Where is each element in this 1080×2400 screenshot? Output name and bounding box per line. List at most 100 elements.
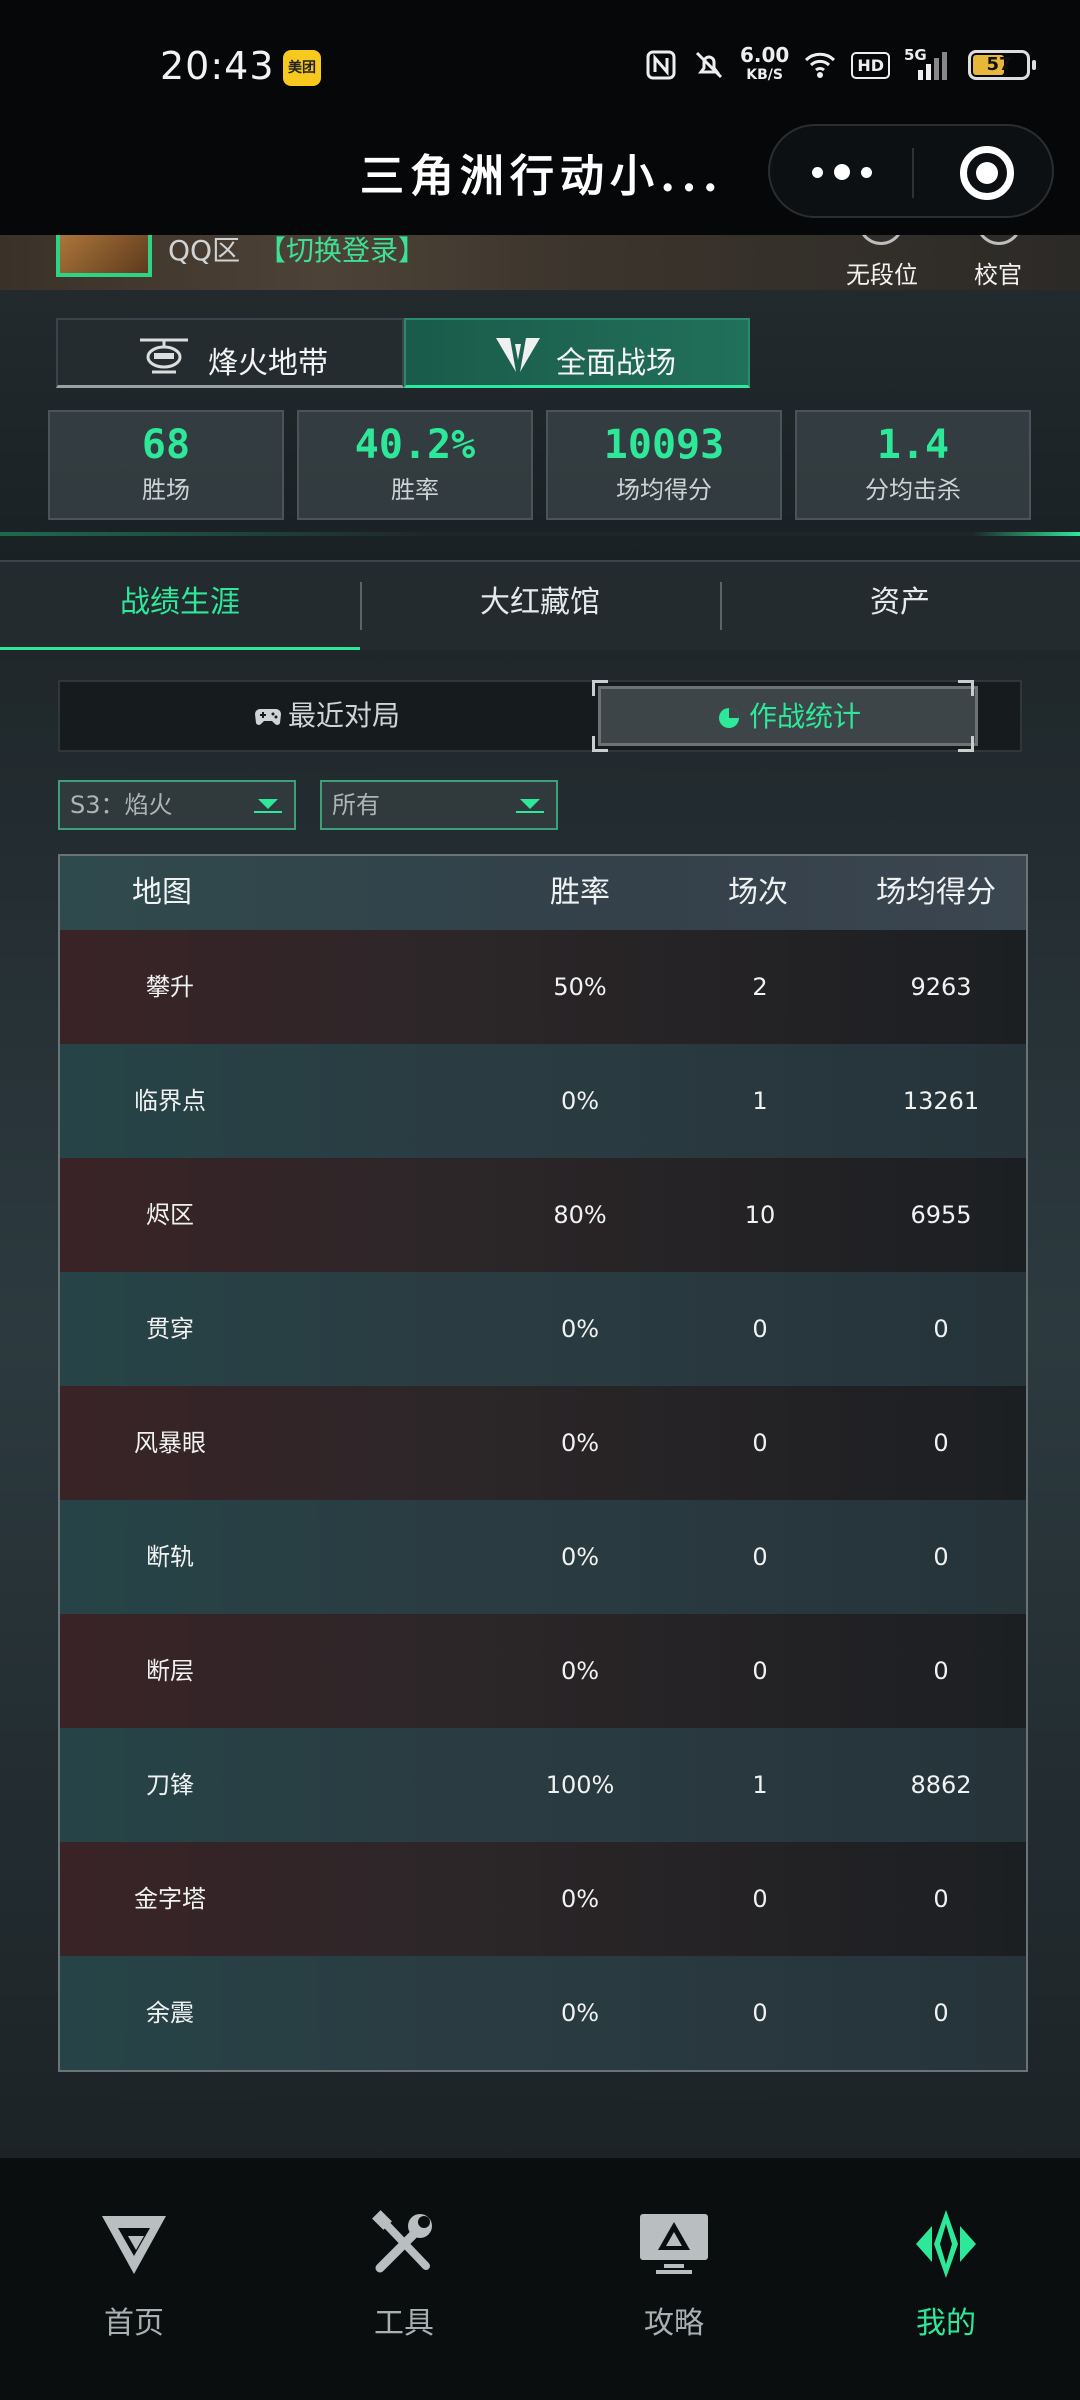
table-header: 地图 胜率 场次 场均得分	[60, 856, 1026, 930]
more-dots-icon[interactable]	[812, 160, 872, 184]
tab-full-battlefield[interactable]: 全面战场	[404, 318, 750, 388]
tools-icon	[372, 2210, 432, 2273]
avatar[interactable]	[56, 235, 152, 277]
cell-map: 贯穿	[146, 1315, 194, 1343]
tab-fenghuo-zone[interactable]: 烽火地带	[56, 318, 404, 388]
cell-map: 金字塔	[134, 1885, 206, 1913]
cell-win-rate: 80%	[553, 1201, 607, 1229]
status-bar: 20:43 美团 6.00 KB/S HD 5G 57	[0, 0, 1080, 120]
divider	[0, 532, 1080, 536]
officer-icon	[976, 235, 1022, 245]
cell-avg-score: 0	[933, 1885, 949, 1913]
table-row: 贯穿 0% 0 0	[60, 1272, 1026, 1386]
cell-avg-score: 0	[933, 1429, 949, 1457]
stat-win-rate: 40.2% 胜率	[297, 410, 533, 520]
header-count: 场次	[728, 875, 788, 910]
tab-red-collection[interactable]: 大红藏馆	[360, 562, 720, 652]
status-time: 20:43	[160, 44, 275, 88]
tab-combat-stats[interactable]: 作战统计	[598, 686, 978, 746]
tab-assets[interactable]: 资产	[720, 562, 1080, 652]
profile-banner: QQ区 【切换登录】 无段位 校官	[0, 235, 1080, 290]
nav-tools[interactable]: 工具	[304, 2206, 504, 2342]
profile-emblem-icon	[916, 2210, 976, 2278]
cell-win-rate: 0%	[560, 1315, 600, 1343]
cell-count: 2	[752, 973, 768, 1001]
home-logo-icon	[102, 2216, 166, 2274]
nav-label: 我的	[916, 2306, 976, 2341]
nav-guides[interactable]: 攻略	[574, 2206, 774, 2342]
nav-label: 工具	[374, 2306, 434, 2341]
gamepad-icon	[254, 709, 281, 725]
stat-avg-score: 10093 场均得分	[546, 410, 782, 520]
season-select[interactable]: S3：焰火	[58, 780, 296, 830]
table-row: 攀升 50% 2 9263	[60, 930, 1026, 1044]
cell-map: 刀锋	[146, 1771, 194, 1799]
guide-monitor-icon	[640, 2214, 708, 2274]
cell-count: 0	[752, 1429, 768, 1457]
cell-map: 临界点	[134, 1087, 206, 1115]
cell-win-rate: 100%	[545, 1771, 615, 1799]
cell-count: 10	[744, 1201, 776, 1229]
map-stats-table: 地图 胜率 场次 场均得分 攀升 50% 2 9263 临界点 0% 1 132…	[58, 854, 1028, 2072]
cell-win-rate: 50%	[553, 973, 607, 1001]
cell-count: 0	[752, 1885, 768, 1913]
table-row: 余震 0% 0 0	[60, 1956, 1026, 2070]
nfc-icon	[646, 50, 676, 80]
stat-label: 胜率	[391, 476, 439, 504]
cell-count: 0	[752, 1999, 768, 2027]
page-title: 三角洲行动小...	[360, 151, 724, 202]
mode-select[interactable]: 所有	[320, 780, 558, 830]
cell-count: 0	[752, 1315, 768, 1343]
mode-select-value: 所有	[332, 791, 380, 819]
officer-label: 校官	[974, 261, 1022, 289]
account-region: QQ区	[168, 235, 241, 267]
table-row: 烬区 80% 10 6955	[60, 1158, 1026, 1272]
stat-wins: 68 胜场	[48, 410, 284, 520]
rank-label: 无段位	[846, 261, 918, 289]
helicopter-icon	[140, 338, 188, 374]
target-close-icon[interactable]	[960, 146, 1014, 200]
table-row: 断层 0% 0 0	[60, 1614, 1026, 1728]
chevron-down-icon	[520, 799, 540, 809]
mode-tab-label: 烽火地带	[208, 346, 328, 381]
cell-count: 0	[752, 1657, 768, 1685]
stat-label: 场均得分	[616, 476, 712, 504]
season-select-value: S3：焰火	[70, 791, 173, 819]
tab-recent-matches[interactable]: 最近对局	[60, 682, 594, 750]
stat-value: 10093	[603, 422, 725, 468]
cell-win-rate: 0%	[560, 1429, 600, 1457]
cell-count: 1	[752, 1771, 768, 1799]
cell-avg-score: 0	[933, 1999, 949, 2027]
hd-badge: HD	[851, 51, 890, 79]
cell-avg-score: 0	[933, 1657, 949, 1685]
main-tabs: 战绩生涯 大红藏馆 资产	[0, 560, 1080, 652]
cell-map: 风暴眼	[134, 1429, 206, 1457]
cell-avg-score: 6955	[910, 1201, 972, 1229]
stat-label: 分均击杀	[865, 476, 961, 504]
cell-map: 余震	[146, 1999, 194, 2027]
nav-mine[interactable]: 我的	[846, 2206, 1046, 2342]
nav-label: 攻略	[644, 2306, 704, 2341]
header-avg-score: 场均得分	[876, 875, 996, 910]
stat-value: 40.2%	[354, 422, 476, 468]
pie-chart-icon	[718, 708, 739, 728]
capsule-menu	[768, 124, 1054, 218]
tab-career-record[interactable]: 战绩生涯	[0, 562, 360, 652]
mute-icon	[695, 51, 723, 79]
cell-win-rate: 0%	[560, 1999, 600, 2027]
cell-count: 1	[752, 1087, 768, 1115]
cell-avg-score: 0	[933, 1543, 949, 1571]
cell-avg-score: 9263	[910, 973, 972, 1001]
cell-avg-score: 8862	[910, 1771, 972, 1799]
cell-win-rate: 0%	[560, 1885, 600, 1913]
cell-avg-score: 0	[933, 1315, 949, 1343]
rank-icon	[858, 235, 904, 245]
switch-login-link[interactable]: 【切换登录】	[258, 235, 426, 269]
cell-map: 断轨	[146, 1543, 194, 1571]
nav-home[interactable]: 首页	[34, 2206, 234, 2342]
chevron-down-icon	[258, 799, 278, 809]
cell-map: 断层	[146, 1657, 194, 1685]
cell-win-rate: 0%	[560, 1543, 600, 1571]
header-map: 地图	[132, 875, 192, 910]
bottom-nav: 首页 工具 攻略 我的	[0, 2158, 1080, 2400]
